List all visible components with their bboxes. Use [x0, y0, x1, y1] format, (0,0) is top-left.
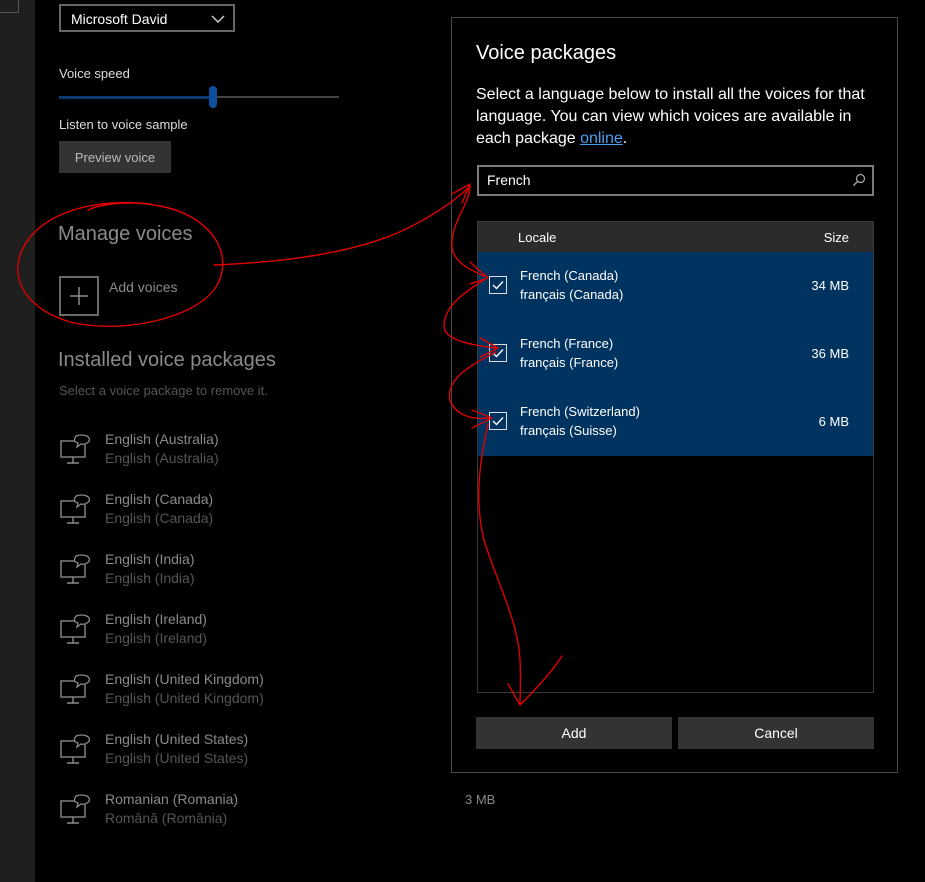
locale-checkbox[interactable] [489, 276, 507, 294]
description-text: Select a language below to install all t… [476, 86, 865, 147]
package-native-name: Română (România) [105, 810, 228, 826]
column-header-size[interactable]: Size [824, 230, 849, 245]
locale-native-name: français (Suisse) [520, 423, 617, 438]
package-name: English (Australia) [105, 431, 219, 447]
locale-row[interactable]: French (Canada) français (Canada) 34 MB [478, 252, 873, 320]
add-voices-label: Add voices [109, 279, 178, 295]
list-header: Locale Size [478, 222, 873, 252]
dialog-title: Voice packages [476, 42, 617, 64]
annotation-arrow-to-search [213, 183, 471, 266]
speech-monitor-icon [59, 433, 93, 472]
checkmark-icon [492, 281, 504, 290]
package-native-name: English (Canada) [105, 510, 214, 526]
cancel-button[interactable]: Cancel [678, 717, 874, 749]
package-native-name: English (Ireland) [105, 630, 207, 646]
plus-icon [70, 287, 88, 305]
speech-monitor-icon [59, 673, 93, 712]
locale-native-name: français (France) [520, 355, 619, 370]
preview-voice-button[interactable]: Preview voice [59, 141, 171, 173]
voice-dropdown[interactable]: Microsoft David [59, 4, 235, 32]
dialog-description: Select a language below to install all t… [476, 84, 876, 150]
search-icon[interactable] [852, 173, 866, 187]
package-name: English (Canada) [105, 491, 214, 507]
left-navigation-strip [0, 0, 35, 882]
package-name: English (United Kingdom) [105, 671, 264, 687]
speech-monitor-icon [59, 553, 93, 592]
voice-speed-label: Voice speed [59, 66, 130, 81]
installed-voice-package[interactable]: English (Australia) English (Australia) [59, 431, 359, 475]
installed-packages-heading: Installed voice packages [58, 349, 276, 371]
locale-checkbox[interactable] [489, 344, 507, 362]
listen-sample-label: Listen to voice sample [59, 117, 188, 132]
package-name: Romanian (Romania) [105, 791, 239, 807]
package-name: English (Ireland) [105, 611, 207, 627]
locale-size: 36 MB [811, 346, 849, 361]
voice-speed-slider[interactable] [59, 86, 339, 108]
locale-row[interactable]: French (Switzerland) français (Suisse) 6 M… [478, 388, 873, 456]
add-voices-button[interactable] [59, 276, 99, 316]
language-search-input[interactable] [487, 171, 837, 189]
voice-dropdown-value: Microsoft David [71, 11, 168, 27]
package-name: English (United States) [105, 731, 249, 747]
package-native-name: English (Australia) [105, 450, 219, 466]
locale-size: 34 MB [811, 278, 849, 293]
slider-thumb[interactable] [209, 86, 217, 108]
installed-voice-package[interactable]: English (India) English (India) [59, 551, 359, 595]
add-button[interactable]: Add [476, 717, 672, 749]
column-header-locale[interactable]: Locale [518, 230, 556, 245]
locale-name: French (Switzerland) [520, 404, 640, 419]
package-native-name: English (United States) [105, 750, 249, 766]
language-search-box[interactable] [477, 165, 874, 196]
locale-list: Locale Size French (Canada) français (Can… [477, 221, 874, 693]
installed-packages-hint: Select a voice package to remove it. [59, 383, 268, 398]
annotation-circle [17, 201, 224, 327]
speech-monitor-icon [59, 613, 93, 652]
installed-voice-package[interactable]: English (United Kingdom) English (United … [59, 671, 359, 715]
installed-voice-package[interactable]: English (Ireland) English (Ireland) [59, 611, 359, 655]
package-native-name: English (India) [105, 570, 195, 586]
locale-row[interactable]: French (France) français (France) 36 MB [478, 320, 873, 388]
description-end: . [622, 130, 628, 147]
installed-voice-package[interactable]: English (Canada) English (Canada) [59, 491, 359, 535]
installed-voice-package[interactable]: English (United States) English (United S… [59, 731, 359, 775]
speech-monitor-icon [59, 793, 93, 832]
package-size: 3 MB [465, 792, 496, 807]
speech-monitor-icon [59, 493, 93, 532]
manage-voices-heading: Manage voices [58, 223, 193, 245]
locale-size: 6 MB [818, 414, 849, 429]
locale-name: French (France) [520, 336, 614, 351]
voice-packages-dialog: Voice packages Select a language below t… [451, 17, 898, 773]
locale-native-name: français (Canada) [520, 287, 624, 302]
online-link[interactable]: online [580, 130, 623, 147]
installed-voice-package[interactable]: Romanian (Romania) Română (România) [59, 791, 359, 835]
package-native-name: English (United Kingdom) [105, 690, 264, 706]
slider-fill [59, 96, 213, 99]
speech-monitor-icon [59, 733, 93, 772]
strip-corner [0, 0, 19, 13]
locale-checkbox[interactable] [489, 412, 507, 430]
locale-name: French (Canada) [520, 268, 619, 283]
package-name: English (India) [105, 551, 195, 567]
checkmark-icon [492, 349, 504, 358]
chevron-down-icon [211, 15, 225, 24]
checkmark-icon [492, 417, 504, 426]
slider-track [213, 96, 339, 98]
